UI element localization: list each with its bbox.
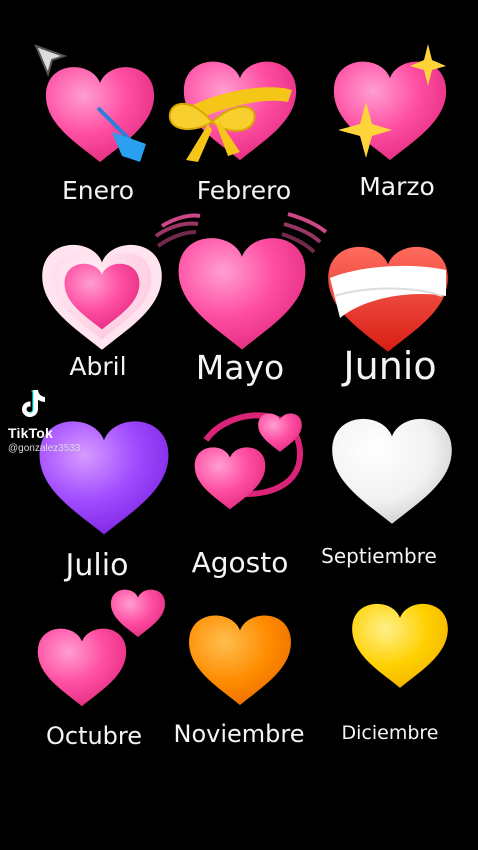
yellow-heart-icon: [352, 603, 448, 688]
mouse-pointer-icon: [34, 44, 68, 77]
orange-heart-icon: [189, 615, 291, 705]
month-label-junio: Junio: [343, 344, 437, 388]
month-label-agosto: Agosto: [191, 546, 289, 579]
pink-heart-with-arrow-icon: [45, 67, 155, 163]
beating-heart-icon: [154, 212, 328, 350]
month-label-abril: Abril: [69, 352, 127, 381]
tiktok-username: @gonzalez3533: [8, 443, 81, 454]
tiktok-watermark: TikTok @gonzalez3533: [8, 388, 118, 454]
tiktok-logo-icon: [22, 390, 45, 417]
revolving-hearts-icon: [194, 412, 304, 510]
month-label-septiembre: Septiembre: [321, 544, 437, 568]
month-label-julio: Julio: [65, 548, 129, 583]
tiktok-brand-text: TikTok: [8, 425, 54, 441]
sparkling-heart-icon: [333, 44, 447, 161]
month-label-mayo: Mayo: [195, 348, 285, 387]
mending-heart-icon: [328, 246, 448, 352]
month-label-noviembre: Noviembre: [173, 720, 305, 748]
heart-calendar-image: Enero Febrero Marzo Abril Mayo Junio Jul…: [0, 0, 478, 850]
month-label-diciembre: Diciembre: [341, 722, 439, 744]
month-label-octubre: Octubre: [45, 722, 143, 750]
month-label-marzo: Marzo: [359, 172, 435, 201]
two-hearts-icon: [37, 589, 166, 707]
month-label-enero: Enero: [61, 176, 135, 205]
white-heart-icon: [332, 418, 452, 524]
month-label-febrero: Febrero: [196, 176, 292, 205]
growing-heart-icon: [42, 244, 162, 350]
heart-with-ribbon-icon: [168, 61, 297, 162]
